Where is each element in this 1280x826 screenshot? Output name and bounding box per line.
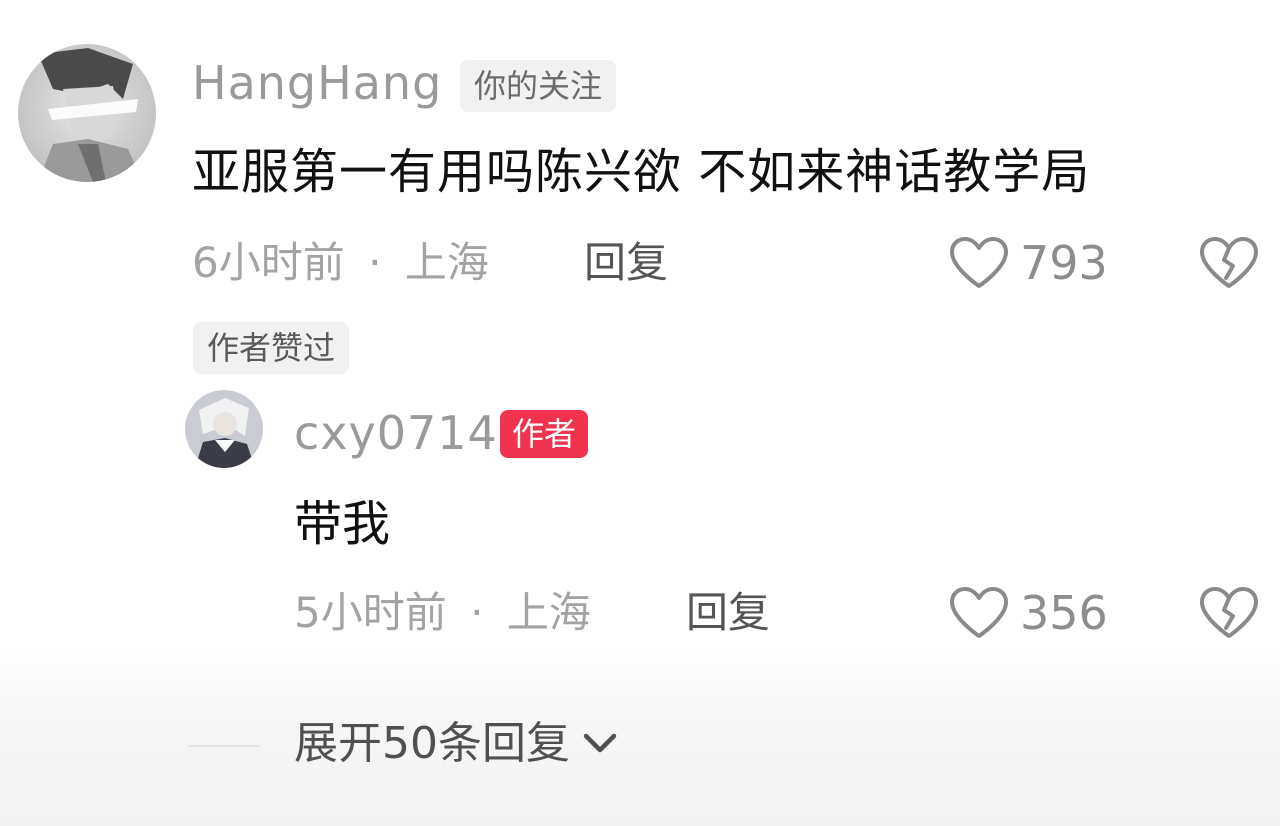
reply-like-button[interactable]: 356 — [948, 586, 1108, 640]
follow-badge: 你的关注 — [460, 60, 617, 112]
user-avatar[interactable] — [18, 44, 156, 182]
comment-time: 6小时前 — [192, 238, 345, 287]
comment-thread: HangHang 你的关注 亚服第一有用吗陈兴欲 不如来神话教学局 6小时前 ·… — [0, 0, 1280, 826]
reply-text: 带我 — [294, 496, 391, 552]
heart-outline-icon — [948, 586, 1010, 640]
broken-heart-icon[interactable] — [1198, 236, 1260, 290]
reply-button[interactable]: 回复 — [584, 242, 668, 284]
reply-location: 上海 — [506, 588, 591, 637]
comment-meta: 6小时前 · 上海 — [192, 242, 489, 284]
broken-heart-icon[interactable] — [1198, 586, 1260, 640]
like-button[interactable]: 793 — [948, 236, 1108, 290]
reply-like-count: 356 — [1020, 586, 1108, 640]
comment-username[interactable]: HangHang — [192, 60, 442, 106]
comment-text: 亚服第一有用吗陈兴欲 不如来神话教学局 — [192, 144, 1091, 200]
expand-replies-label: 展开50条回复 — [294, 718, 570, 769]
heart-outline-icon — [948, 236, 1010, 290]
expand-divider — [188, 745, 260, 747]
reply-reply-button[interactable]: 回复 — [686, 592, 770, 634]
author-badge: 作者 — [500, 410, 589, 458]
like-count: 793 — [1020, 236, 1108, 290]
meta-separator: · — [470, 588, 484, 637]
expand-replies-button[interactable]: 展开50条回复 — [294, 722, 620, 766]
reply-user-avatar[interactable] — [185, 390, 263, 468]
reply-meta: 5小时前 · 上海 — [294, 592, 591, 634]
reply-time: 5小时前 — [294, 588, 447, 637]
reply-username[interactable]: cxy0714 — [294, 410, 498, 456]
meta-separator: · — [368, 238, 382, 287]
author-liked-badge: 作者赞过 — [193, 322, 350, 374]
comment-location: 上海 — [404, 238, 489, 287]
chevron-down-icon — [580, 730, 620, 758]
